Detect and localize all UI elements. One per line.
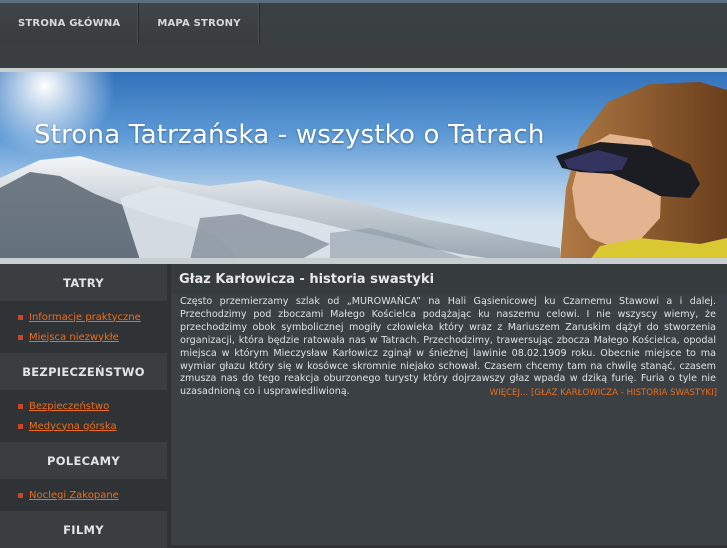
sidebar-item-bezpieczenstwo[interactable]: Bezpieczeństwo xyxy=(0,396,167,416)
sidebar-link[interactable]: Medycyna górska xyxy=(29,421,117,432)
sidebar-heading-bezpieczenstwo: BEZPIECZEŃSTWO xyxy=(0,353,167,390)
sidebar-list-polecamy: Noclegi Zakopane xyxy=(0,479,167,511)
bullet-icon xyxy=(18,334,23,340)
main-content: Głaz Karłowicza - historia swastyki Częs… xyxy=(171,264,727,545)
bullet-icon xyxy=(18,314,23,320)
header-banner: Strona Tatrzańska - wszystko o Tatrach xyxy=(0,68,727,260)
sidebar-item-informacje[interactable]: Informacje praktyczne xyxy=(0,307,167,327)
nav-lower-strip xyxy=(0,43,727,68)
sidebar-item-medycyna[interactable]: Medycyna górska xyxy=(0,416,167,436)
top-navigation-bar: STRONA GŁÓWNA MAPA STRONY xyxy=(0,0,727,68)
sidebar-heading-tatry: TATRY xyxy=(0,264,167,301)
banner-top-frame xyxy=(0,68,727,72)
sidebar-list-tatry: Informacje praktyczne Miejsca niezwykłe xyxy=(0,301,167,353)
article-header: Głaz Karłowicza - historia swastyki xyxy=(171,264,727,294)
sidebar-link[interactable]: Bezpieczeństwo xyxy=(29,401,109,412)
bullet-icon xyxy=(18,403,23,409)
bullet-icon xyxy=(18,492,23,498)
sidebar-heading-polecamy: POLECAMY xyxy=(0,442,167,479)
nav-home[interactable]: STRONA GŁÓWNA xyxy=(0,3,140,43)
article-text: Często przemierzamy szlak od „MUROWAŃCA”… xyxy=(180,296,716,398)
article-title[interactable]: Głaz Karłowicza - historia swastyki xyxy=(179,272,434,287)
mountain-landscape-image xyxy=(0,68,727,260)
sidebar-heading-filmy: FILMY xyxy=(0,511,167,548)
site-title: Strona Tatrzańska - wszystko o Tatrach xyxy=(34,120,545,150)
sidebar-link[interactable]: Informacje praktyczne xyxy=(29,312,141,323)
read-more-link[interactable]: WIĘCEJ... [GŁAZ KARŁOWICZA - HISTORIA SW… xyxy=(490,388,717,398)
nav-sitemap[interactable]: MAPA STRONY xyxy=(139,3,260,43)
main-nav: STRONA GŁÓWNA MAPA STRONY xyxy=(0,3,260,43)
bullet-icon xyxy=(18,423,23,429)
sidebar: TATRY Informacje praktyczne Miejsca niez… xyxy=(0,264,167,548)
sidebar-list-bezpieczenstwo: Bezpieczeństwo Medycyna górska xyxy=(0,390,167,442)
sidebar-item-noclegi[interactable]: Noclegi Zakopane xyxy=(0,485,167,505)
sidebar-link[interactable]: Noclegi Zakopane xyxy=(29,490,119,501)
sidebar-item-miejsca[interactable]: Miejsca niezwykłe xyxy=(0,327,167,347)
sidebar-link[interactable]: Miejsca niezwykłe xyxy=(29,332,119,343)
